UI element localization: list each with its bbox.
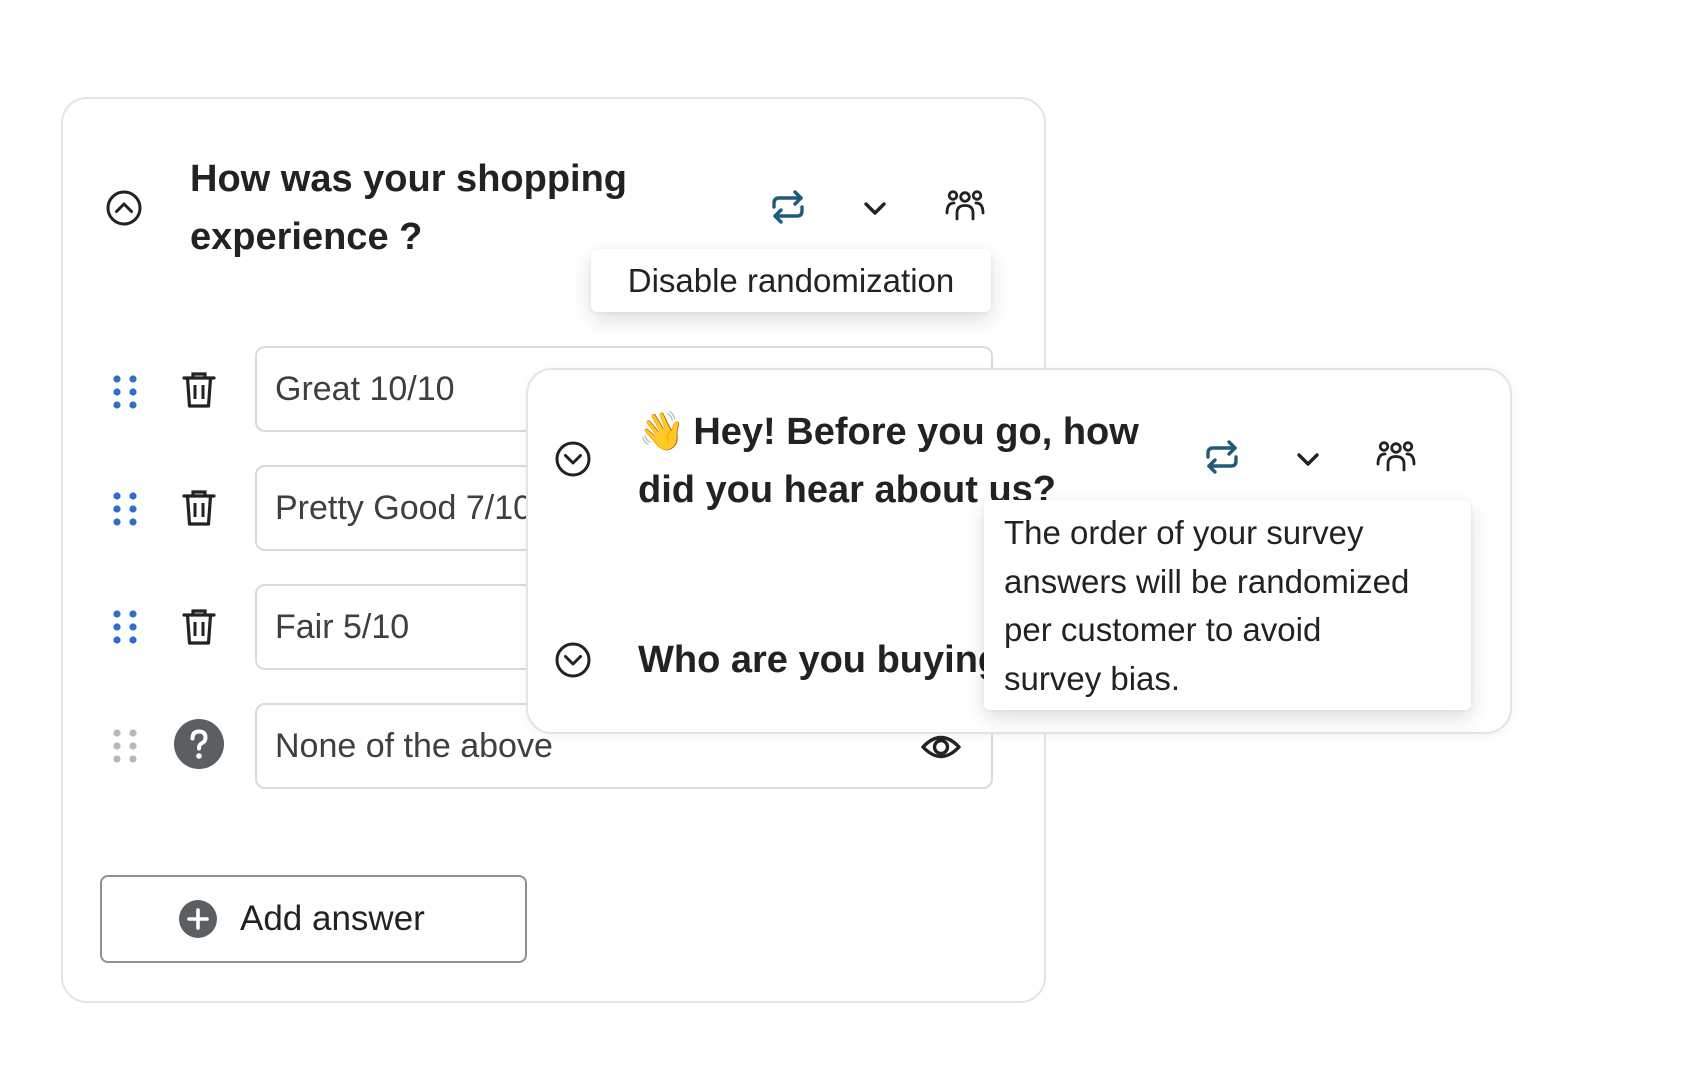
add-answer-label: Add answer: [240, 899, 425, 938]
question-menu-button[interactable]: [861, 196, 889, 220]
waving-hand-emoji: 👋: [638, 409, 686, 453]
tooltip-text-line: The order of your survey: [1004, 514, 1364, 551]
drag-handle-icon[interactable]: [112, 609, 138, 645]
question-mark-icon[interactable]: [174, 719, 224, 769]
question-title[interactable]: Who are you buying: [638, 631, 1001, 689]
drag-handle-icon[interactable]: [112, 374, 138, 410]
chevron-down-icon: [864, 202, 886, 215]
tooltip-text-line: survey bias.: [1004, 659, 1181, 697]
randomize-button[interactable]: [1201, 436, 1243, 478]
collapse-question-icon[interactable]: [105, 189, 143, 227]
expand-question-icon[interactable]: [554, 641, 592, 679]
people-group-icon: [945, 190, 985, 221]
audience-button[interactable]: [1375, 439, 1417, 477]
plus-circle-icon: [179, 900, 217, 938]
people-group-icon: [1376, 441, 1416, 472]
eye-icon[interactable]: [920, 731, 962, 763]
question-title[interactable]: 👋 Hey! Before you go, how did you hear ab…: [638, 402, 1198, 514]
question-menu-button[interactable]: [1294, 447, 1322, 471]
tooltip-text-line: answers will be randomized: [1004, 562, 1410, 600]
drag-handle-icon[interactable]: [112, 491, 138, 527]
tooltip-randomization-info: The order of your survey answers will be…: [984, 500, 1471, 710]
drag-handle-icon[interactable]: [112, 728, 138, 764]
tooltip-text-line: per customer to avoid: [1004, 611, 1322, 648]
randomize-button[interactable]: [767, 186, 809, 228]
expand-question-icon[interactable]: [554, 440, 592, 478]
tooltip-text: Disable randomization: [627, 261, 955, 299]
tooltip-disable-randomization: Disable randomization: [591, 249, 991, 312]
audience-button[interactable]: [944, 188, 986, 226]
question-title-line: Hey! Before you go, how: [693, 411, 1139, 453]
shuffle-arrows-icon: [772, 190, 804, 224]
add-answer-button[interactable]: Add answer: [100, 875, 527, 963]
shuffle-arrows-icon: [1206, 440, 1238, 474]
trash-icon[interactable]: [180, 607, 218, 647]
chevron-down-icon: [1297, 453, 1319, 466]
question-title-line: How was your shopping: [190, 158, 628, 200]
trash-icon[interactable]: [180, 488, 218, 528]
trash-icon[interactable]: [180, 370, 218, 410]
